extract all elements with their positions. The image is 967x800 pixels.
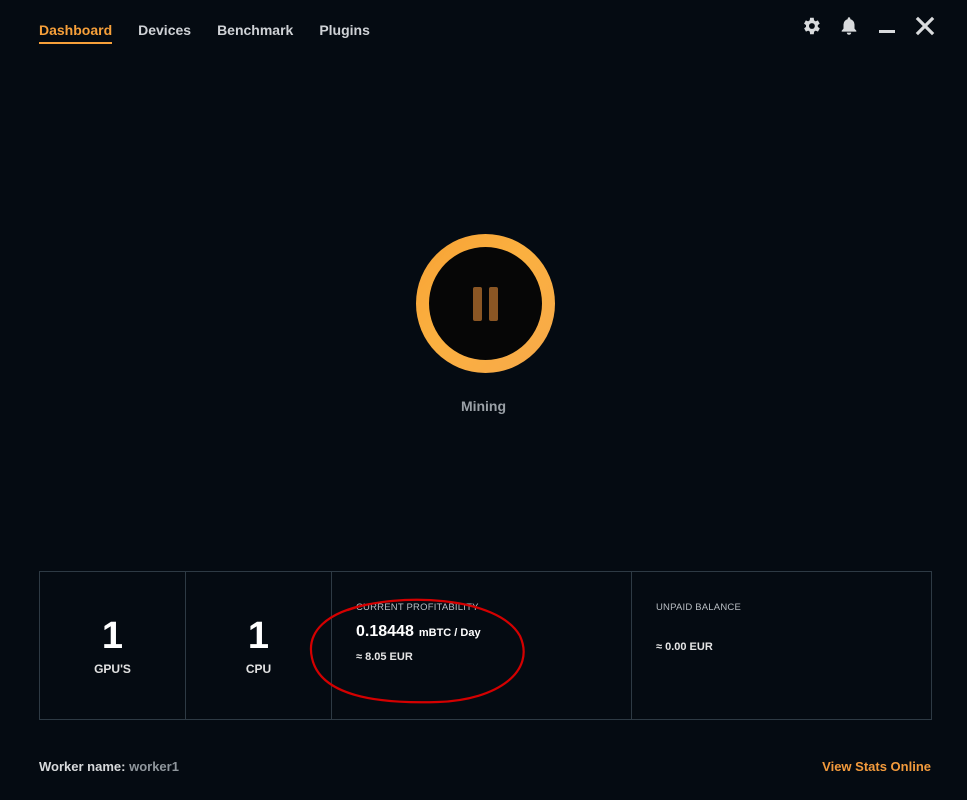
main-nav: Dashboard Devices Benchmark Plugins (39, 22, 370, 44)
profitability-label: CURRENT PROFITABILITY (356, 602, 479, 613)
view-stats-online-link[interactable]: View Stats Online (822, 759, 931, 774)
gpu-count-label: GPU'S (94, 661, 131, 676)
tab-benchmark[interactable]: Benchmark (217, 22, 293, 44)
profitability-fiat: ≈ 8.05 EUR (356, 651, 413, 663)
cpu-count-label: CPU (245, 661, 272, 676)
mining-toggle-button[interactable] (416, 234, 555, 373)
profitability-value: 0.18448 (356, 623, 414, 640)
cpu-count-value: 1 (247, 614, 270, 657)
profitability-value-row: 0.18448 mBTC / Day (356, 623, 631, 645)
minimize-icon[interactable] (875, 14, 899, 38)
profitability-cell: CURRENT PROFITABILITY 0.18448 mBTC / Day… (332, 572, 632, 719)
tab-plugins[interactable]: Plugins (319, 22, 370, 44)
unpaid-balance-cell: UNPAID BALANCE ≈ 0.00 EUR (632, 572, 931, 719)
unpaid-balance-label: UNPAID BALANCE (656, 602, 741, 613)
window-controls (799, 14, 937, 38)
app-window: Dashboard Devices Benchmark Plugins Mini… (0, 0, 967, 800)
tab-dashboard[interactable]: Dashboard (39, 22, 113, 44)
unpaid-balance-fiat: ≈ 0.00 EUR (656, 641, 713, 653)
close-icon[interactable] (913, 14, 937, 38)
tab-devices[interactable]: Devices (138, 22, 191, 44)
cpu-count-cell: 1 CPU (186, 572, 332, 719)
profitability-unit: mBTC / Day (418, 627, 481, 639)
worker-name-value: worker1 (129, 759, 179, 774)
bell-icon[interactable] (837, 14, 861, 38)
gear-icon[interactable] (799, 14, 823, 38)
worker-name: Worker name: worker1 (39, 759, 179, 774)
gpu-count-value: 1 (101, 614, 124, 657)
worker-name-label: Worker name: (39, 759, 126, 774)
mining-button-core (429, 247, 542, 360)
stats-panel: 1 GPU'S 1 CPU CURRENT PROFITABILITY 0.18… (39, 571, 932, 720)
gpu-count-cell: 1 GPU'S (40, 572, 186, 719)
pause-icon (472, 286, 498, 321)
mining-status-label: Mining (460, 398, 507, 414)
